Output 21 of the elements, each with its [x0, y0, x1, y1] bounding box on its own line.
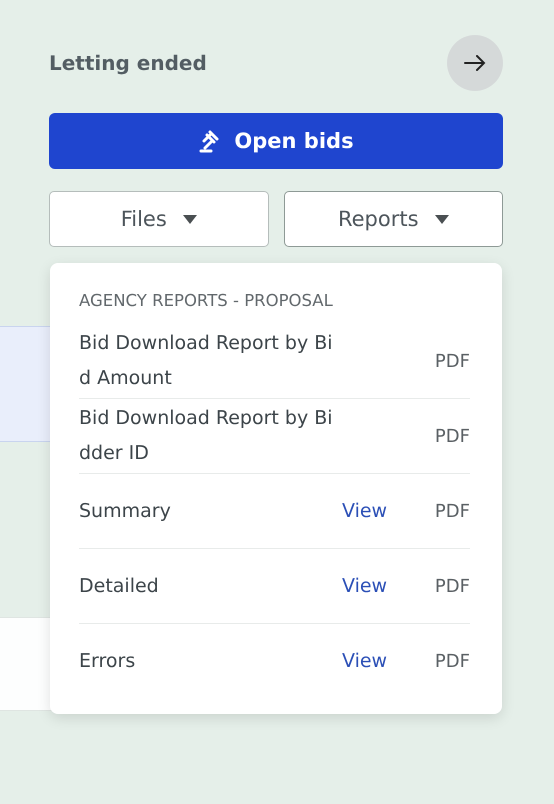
view-link[interactable]: View	[342, 575, 430, 597]
menu-heading: AGENCY REPORTS - PROPOSAL	[79, 291, 334, 310]
pdf-link[interactable]: PDF	[430, 500, 470, 522]
pdf-link[interactable]: PDF	[430, 650, 470, 672]
arrow-right-icon	[464, 55, 486, 71]
report-name: Bid Download Report by Bi d Amount	[79, 331, 334, 391]
report-name: Bid Download Report by Bi dder ID	[79, 406, 334, 466]
pdf-link[interactable]: PDF	[430, 576, 470, 596]
pdf-link[interactable]: PDF	[430, 350, 470, 372]
report-name: Summary	[79, 498, 172, 524]
dropdown-button[interactable]: Reports	[284, 191, 503, 247]
open-bids-button[interactable]: Open bids	[49, 113, 503, 169]
dropdown-button[interactable]: Files	[49, 191, 268, 247]
caret-icon	[182, 214, 197, 224]
view-link[interactable]: View	[342, 500, 430, 522]
report-name: Detailed	[79, 574, 160, 598]
report-name: Errors	[79, 648, 136, 674]
pdf-link[interactable]: PDF	[430, 426, 470, 446]
caret-icon	[434, 214, 449, 224]
view-link[interactable]: View	[342, 650, 430, 672]
status-label: Letting ended	[49, 51, 207, 75]
